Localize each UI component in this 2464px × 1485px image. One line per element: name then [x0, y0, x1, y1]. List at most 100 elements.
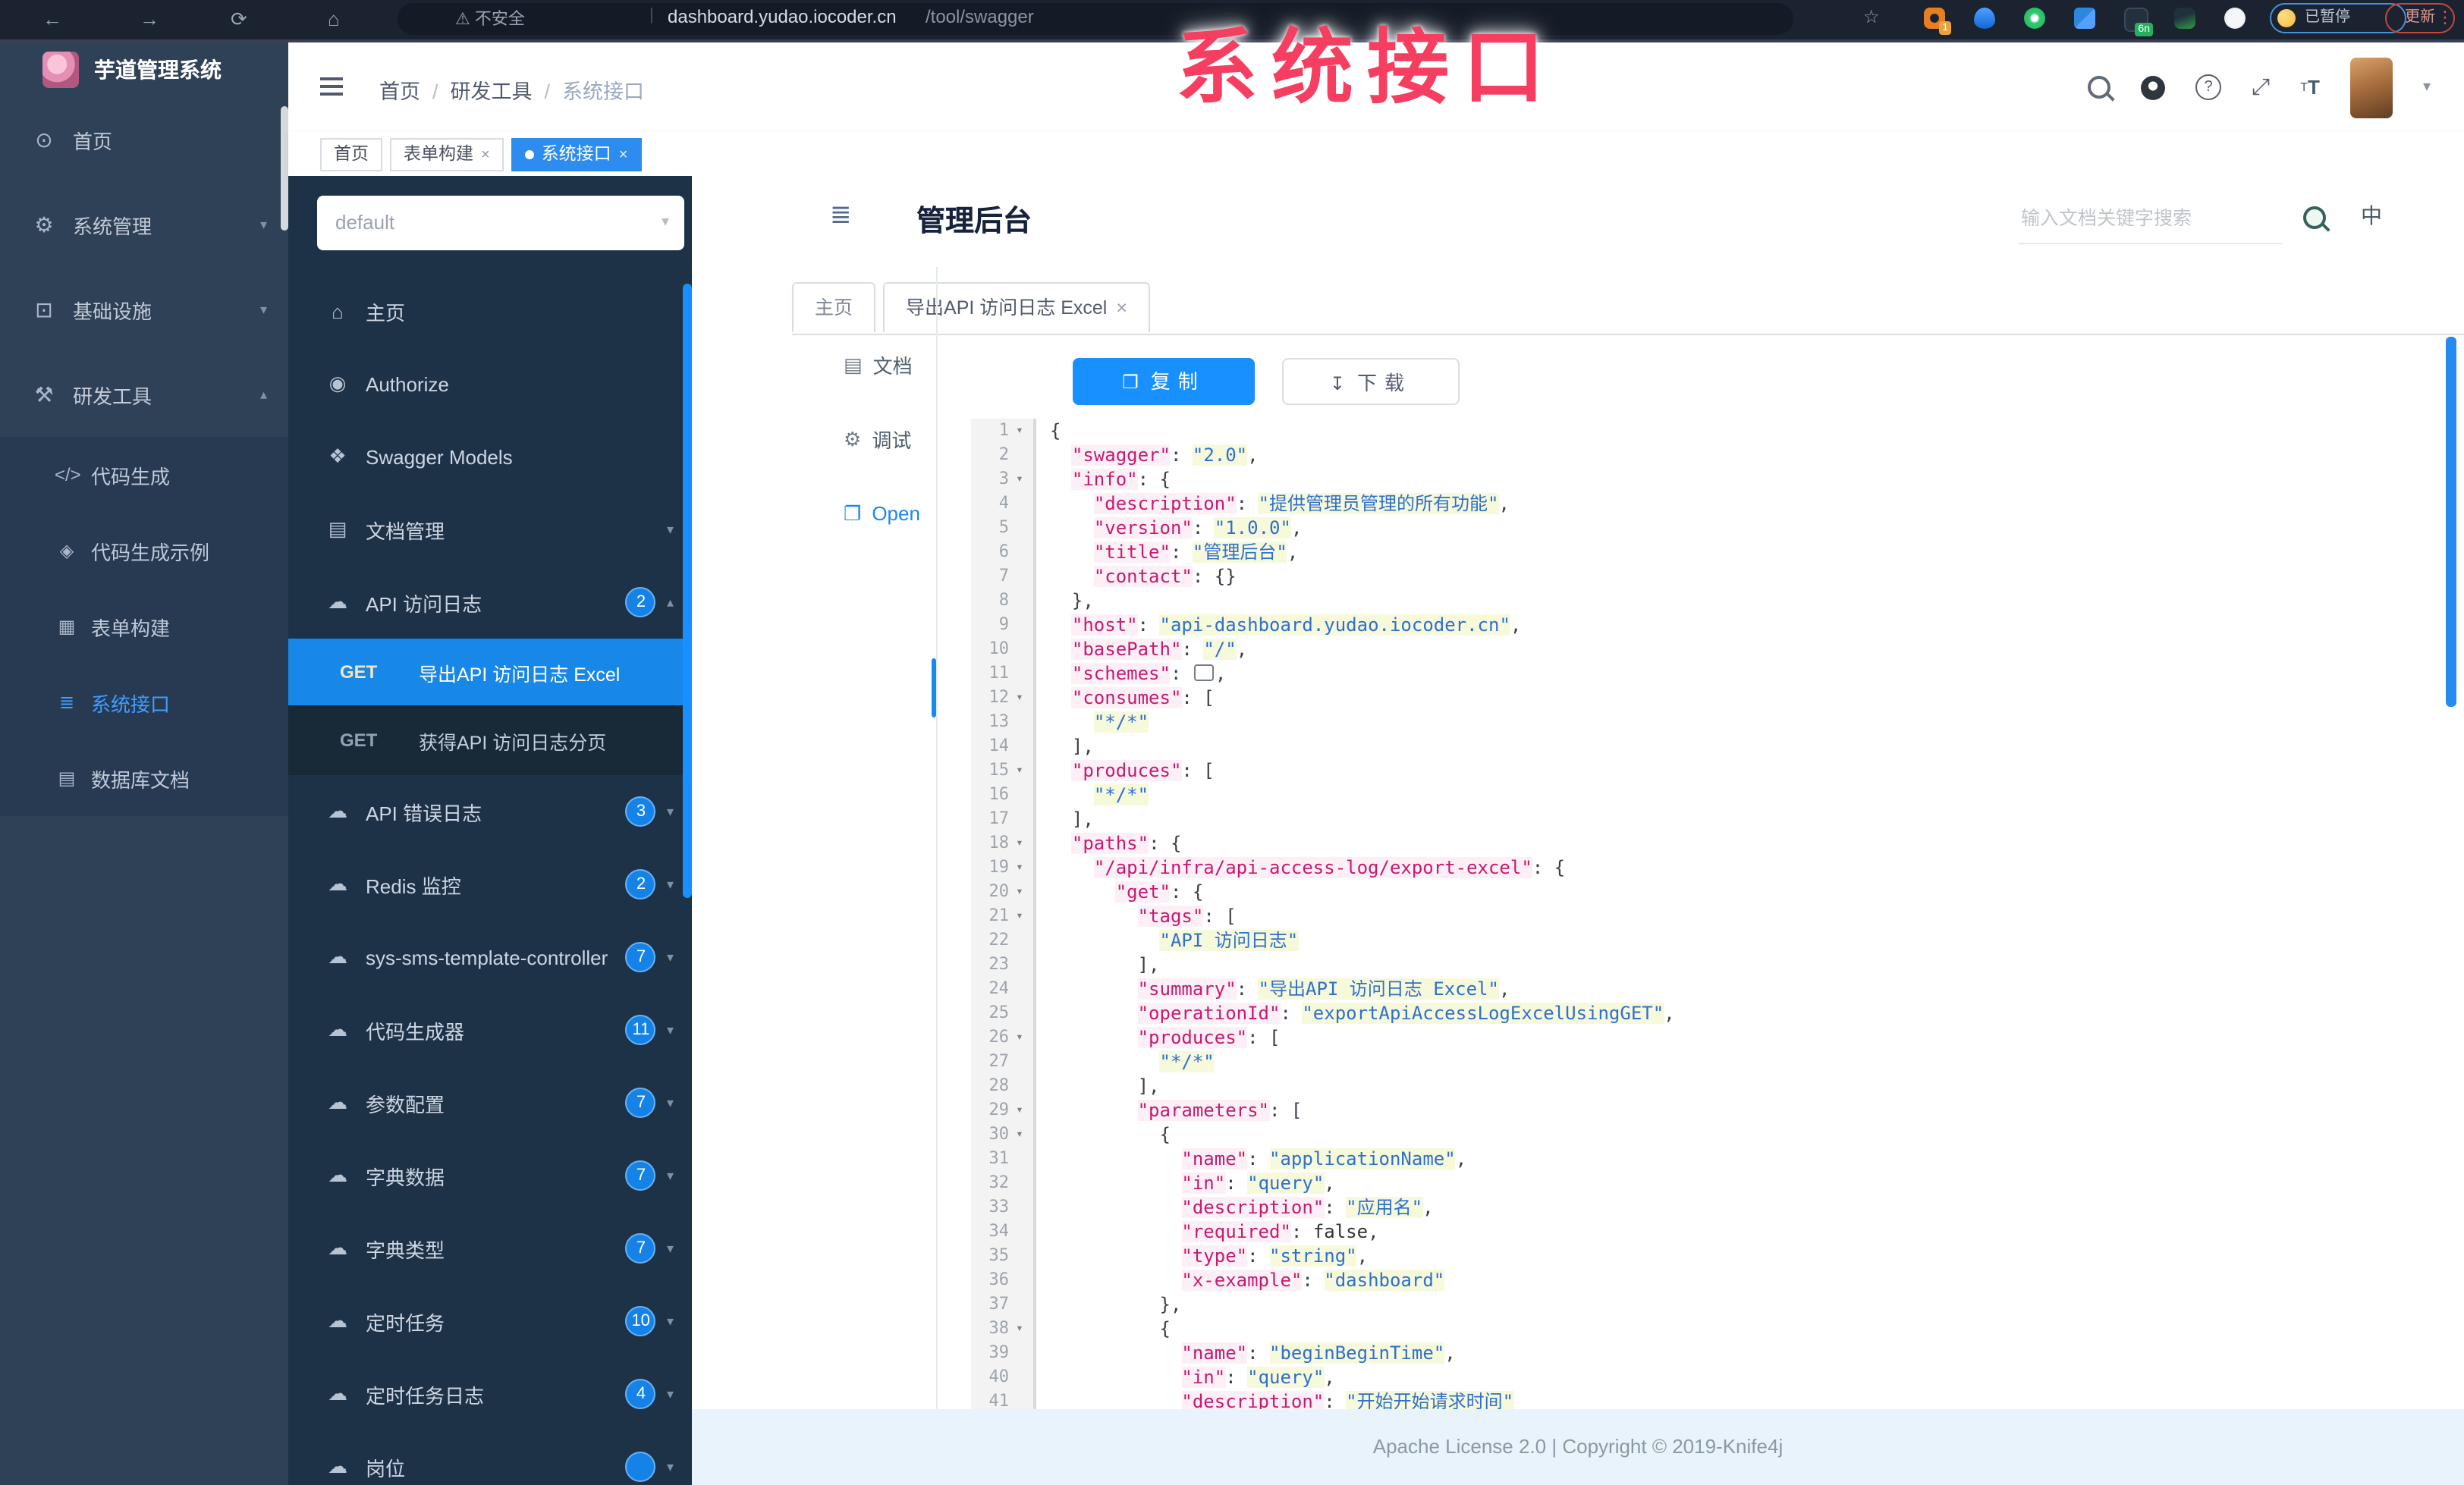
- sidebar-item-home[interactable]: ⊙ 首页: [0, 97, 288, 182]
- close-icon[interactable]: ×: [1116, 297, 1127, 319]
- tag-表单构建[interactable]: 表单构建 ×: [390, 138, 504, 171]
- bookmark-star-icon[interactable]: ☆: [1863, 6, 1880, 27]
- swagger-menu-item[interactable]: ◉ Authorize: [288, 347, 692, 420]
- back-icon[interactable]: ←: [42, 5, 62, 35]
- ext-drop-icon[interactable]: [1974, 8, 1995, 29]
- sidebar-item-label: 基础设施: [73, 300, 152, 322]
- doc-nav-调试[interactable]: ⚙ 调试: [819, 402, 936, 476]
- sidebar-scrollbar[interactable]: [281, 106, 288, 231]
- swagger-menu-item[interactable]: ❖ Swagger Models: [288, 420, 692, 493]
- tag-首页[interactable]: 首页: [320, 138, 382, 171]
- operation-item[interactable]: GET 导出API 访问日志 Excel: [288, 639, 692, 705]
- code-editor[interactable]: 1 ▾{2 "swagger": "2.0", 3 ▾ "info": {4 "des…: [971, 419, 2464, 1412]
- avatar[interactable]: [2349, 57, 2393, 118]
- swagger-menu-item[interactable]: ☁ 定时任务 10 ▾: [288, 1285, 692, 1358]
- security-warning[interactable]: ⚠ 不安全: [455, 6, 525, 30]
- swagger-menu-item[interactable]: ☁ Redis 监控 2 ▾: [288, 848, 692, 921]
- home-icon[interactable]: ⌂: [328, 5, 340, 35]
- dashboard-icon: ⊙: [35, 127, 53, 151]
- close-icon[interactable]: ×: [481, 147, 490, 164]
- address-bar[interactable]: [398, 3, 1793, 35]
- logo[interactable]: 芋道管理系统: [0, 42, 288, 97]
- gutter: 30 ▾: [971, 1122, 1036, 1147]
- swagger-menu-item[interactable]: ☁ 参数配置 7 ▾: [288, 1066, 692, 1139]
- line-number: 18: [988, 833, 1010, 852]
- doc-manage-icon: ▤: [328, 517, 347, 540]
- code-text: "version": "1.0.0",: [1036, 516, 1302, 540]
- ext-orange-icon[interactable]: 1: [1924, 8, 1951, 35]
- code-line: 8 },: [971, 589, 2464, 613]
- swagger-menu-item[interactable]: ☁ 代码生成器 11 ▾: [288, 994, 692, 1066]
- gutter: 21 ▾: [971, 904, 1036, 928]
- github-icon[interactable]: [2141, 75, 2166, 99]
- ext-paw-icon[interactable]: [2224, 8, 2246, 29]
- token: :: [1137, 614, 1160, 636]
- reload-icon[interactable]: ⟳: [231, 5, 247, 35]
- close-icon[interactable]: ×: [619, 147, 628, 164]
- sidebar-item-form-build[interactable]: ▦ 表单构建: [0, 589, 288, 664]
- ext-dark-icon[interactable]: 6n: [2124, 8, 2153, 36]
- doc-tab[interactable]: 主页: [792, 282, 876, 332]
- code-text: "title": "管理后台",: [1036, 540, 1298, 564]
- tag-系统接口[interactable]: 系统接口 ×: [511, 138, 642, 171]
- doc-tab[interactable]: 导出API 访问日志 Excel ×: [883, 282, 1150, 332]
- sidebar-item-infra[interactable]: ⊡ 基础设施 ▾: [0, 267, 288, 352]
- line-number: 40: [988, 1367, 1010, 1386]
- font-size-icon[interactable]: TT: [2300, 76, 2320, 99]
- sidebar-item-devtool[interactable]: ⚒ 研发工具 ▴: [0, 352, 288, 437]
- doc-search-icon[interactable]: [2303, 206, 2326, 229]
- swagger-sidebar-scrollbar[interactable]: [683, 284, 692, 898]
- code-line: 30 ▾ {: [971, 1122, 2464, 1147]
- search-icon[interactable]: [2088, 76, 2111, 99]
- download-button[interactable]: ↧ 下载: [1282, 358, 1460, 405]
- doc-search-input[interactable]: [2018, 194, 2282, 244]
- operation-item[interactable]: GET 获得API 访问日志分页: [288, 705, 692, 775]
- sidebar-item-db-doc[interactable]: ▤ 数据库文档: [0, 740, 288, 816]
- fullscreen-icon[interactable]: ⤢: [2252, 74, 2270, 100]
- swagger-menu-item[interactable]: ☁ 定时任务日志 4 ▾: [288, 1358, 692, 1430]
- ext-leaf-icon[interactable]: [2174, 8, 2195, 29]
- swagger-menu-item[interactable]: ☁ 字典数据 7 ▾: [288, 1139, 692, 1212]
- code-line: 4 "description": "提供管理员管理的所有功能",: [971, 491, 2464, 516]
- token: "管理后台": [1192, 542, 1287, 563]
- language-toggle[interactable]: 中: [2361, 200, 2382, 231]
- swagger-menu-item[interactable]: ☁ 字典类型 7 ▾: [288, 1212, 692, 1285]
- help-icon[interactable]: ?: [2195, 74, 2222, 100]
- folded-array-icon[interactable]: [1193, 664, 1214, 681]
- doc-nav-文档[interactable]: ▤ 文档: [819, 328, 936, 402]
- code-line: 39 "name": "beginBeginTime",: [971, 1341, 2464, 1365]
- swagger-menu-item[interactable]: ☁ 岗位 ▾: [288, 1430, 692, 1485]
- sidebar-item-codegen[interactable]: </> 代码生成: [0, 437, 288, 513]
- page-scrollbar[interactable]: [2446, 337, 2456, 707]
- collapse-menu-icon[interactable]: ≣: [830, 200, 852, 231]
- chevron-down-icon[interactable]: ▾: [2423, 79, 2431, 96]
- sidebar-item-api-doc[interactable]: ≣ 系统接口: [0, 664, 288, 740]
- code-line: 35 "type": "string",: [971, 1244, 2464, 1268]
- copy-button[interactable]: ❐ 复制: [1073, 358, 1255, 405]
- group-select[interactable]: default ▾: [317, 196, 684, 250]
- gear-icon: ⚙: [34, 212, 54, 236]
- fold-arrow-icon: ▾: [1016, 1127, 1023, 1141]
- ext-puzzle-icon[interactable]: [2074, 8, 2095, 29]
- doc-header: ≣ 管理后台 中: [692, 176, 2464, 261]
- swagger-menu-item[interactable]: ☁ API 访问日志 2 ▴: [288, 566, 692, 639]
- swagger-menu-item[interactable]: ⌂ 主页: [288, 275, 692, 347]
- cloud-icon: ☁: [328, 799, 347, 822]
- doc-nav-Open[interactable]: ❐ Open: [819, 476, 936, 551]
- swagger-menu-item[interactable]: ▤ 文档管理 ▾: [288, 493, 692, 566]
- breadcrumb-home[interactable]: 首页: [379, 80, 420, 103]
- code-text: },: [1036, 589, 1094, 613]
- browser-menu-icon[interactable]: ⋮: [2437, 8, 2453, 27]
- sidebar-item-system[interactable]: ⚙ 系统管理 ▾: [0, 182, 288, 267]
- chevron-down-icon: ▾: [666, 1240, 674, 1255]
- swagger-menu-item[interactable]: ☁ API 错误日志 3 ▾: [288, 775, 692, 848]
- forward-icon[interactable]: →: [140, 5, 159, 35]
- ext-green-ring-icon[interactable]: [2024, 8, 2045, 29]
- breadcrumb-devtool[interactable]: 研发工具: [451, 80, 533, 103]
- sidebar-item-codegen-demo[interactable]: ◈ 代码生成示例: [0, 513, 288, 589]
- swagger-menu-item[interactable]: ☁ sys-sms-template-controller 7 ▾: [288, 921, 692, 994]
- extension-badge: 1: [1939, 21, 1951, 35]
- hamburger-icon[interactable]: [320, 77, 343, 96]
